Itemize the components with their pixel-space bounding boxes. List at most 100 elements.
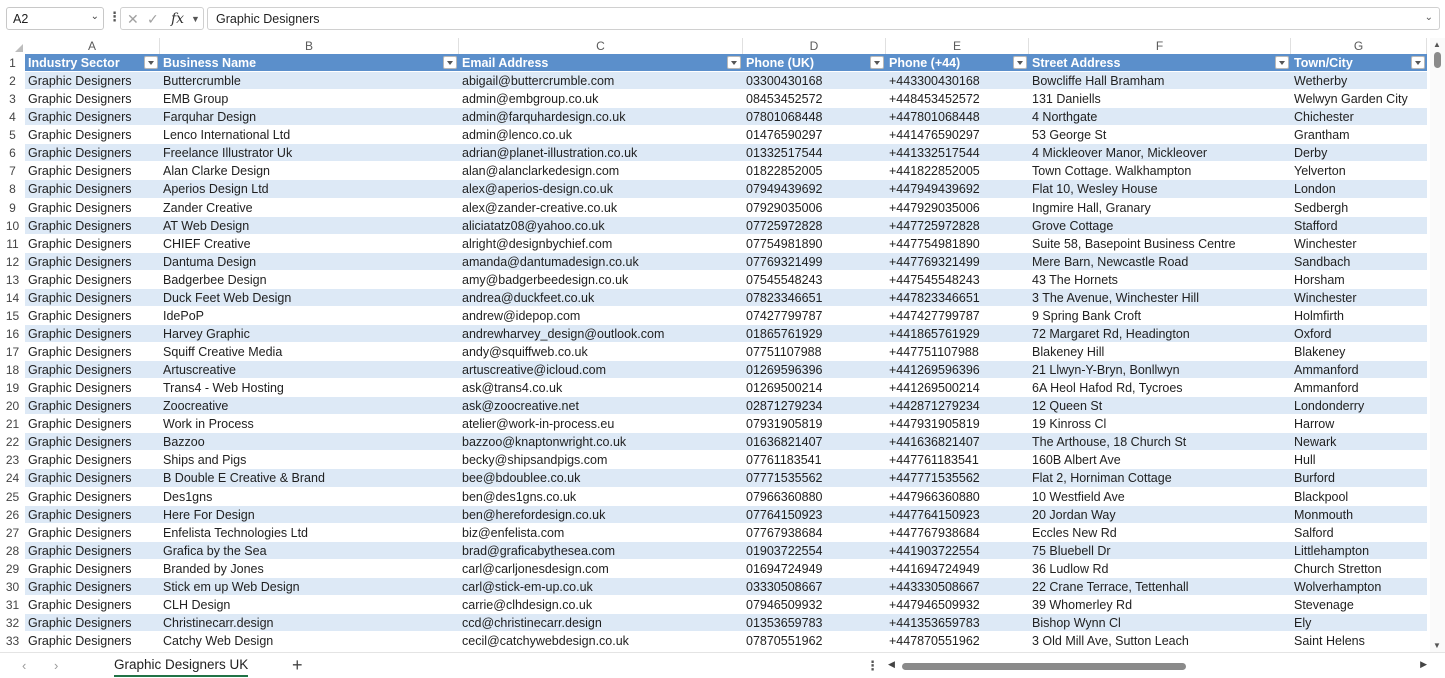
table-cell[interactable]: +441353659783 [886,614,1029,632]
table-cell[interactable]: +447946509932 [886,596,1029,614]
column-header-b[interactable]: B [160,38,459,54]
table-cell[interactable]: +447427799787 [886,307,1029,325]
row-header[interactable]: 8 [0,180,25,198]
table-cell[interactable]: Burford [1291,469,1427,487]
table-cell[interactable]: alright@designbychief.com [459,235,743,253]
row-header[interactable]: 18 [0,361,25,379]
table-cell[interactable]: Graphic Designers [25,325,160,343]
table-cell[interactable]: Derby [1291,144,1427,162]
table-cell[interactable]: Salford [1291,524,1427,542]
add-sheet-button[interactable]: + [292,655,303,676]
table-cell[interactable]: ask@trans4.co.uk [459,379,743,397]
table-cell[interactable]: Ely [1291,614,1427,632]
table-cell[interactable]: Winchester [1291,289,1427,307]
table-cell[interactable]: Graphic Designers [25,524,160,542]
table-cell[interactable]: 01865761929 [743,325,886,343]
table-cell[interactable]: alan@alanclarkedesign.com [459,162,743,180]
table-cell[interactable]: amanda@dantumadesign.co.uk [459,253,743,271]
table-cell[interactable]: Blackpool [1291,488,1427,506]
table-cell[interactable]: +447823346651 [886,289,1029,307]
row-header[interactable]: 25 [0,488,25,506]
row-header[interactable]: 27 [0,524,25,542]
table-cell[interactable]: alex@aperios-design.co.uk [459,180,743,198]
table-cell[interactable]: 07870551962 [743,632,886,650]
table-cell[interactable]: ask@zoocreative.net [459,397,743,415]
table-cell[interactable]: Graphic Designers [25,108,160,126]
table-cell[interactable]: +441903722554 [886,542,1029,560]
table-cell[interactable]: +447767938684 [886,524,1029,542]
table-cell[interactable]: Graphic Designers [25,162,160,180]
table-cell[interactable]: 03330508667 [743,578,886,596]
table-cell[interactable]: Bowcliffe Hall Bramham [1029,72,1291,90]
table-cell[interactable]: CHIEF Creative [160,235,459,253]
table-cell[interactable]: Chichester [1291,108,1427,126]
table-cell[interactable]: EMB Group [160,90,459,108]
table-cell[interactable]: 07946509932 [743,596,886,614]
table-cell[interactable]: Christinecarr.design [160,614,459,632]
scroll-left-icon[interactable]: ◀ [888,659,895,670]
more-options-icon[interactable]: ⋮ [866,658,879,674]
filter-dropdown-icon[interactable] [1013,56,1027,69]
row-header[interactable]: 33 [0,632,25,650]
row-header[interactable]: 15 [0,307,25,325]
table-cell[interactable]: Graphic Designers [25,307,160,325]
table-cell[interactable]: +447764150923 [886,506,1029,524]
table-cell[interactable]: 08453452572 [743,90,886,108]
table-cell[interactable]: Mere Barn, Newcastle Road [1029,253,1291,271]
table-cell[interactable]: ccd@christinecarr.design [459,614,743,632]
table-cell[interactable]: Badgerbee Design [160,271,459,289]
table-cell[interactable]: +447545548243 [886,271,1029,289]
table-cell[interactable]: Harvey Graphic [160,325,459,343]
table-cell[interactable]: 01353659783 [743,614,886,632]
table-cell[interactable]: Work in Process [160,415,459,433]
table-cell[interactable]: 01636821407 [743,433,886,451]
table-header-cell[interactable]: Phone (+44) [886,54,1029,72]
table-cell[interactable]: Bishop Wynn Cl [1029,614,1291,632]
table-cell[interactable]: Graphic Designers [25,235,160,253]
table-cell[interactable]: +441476590297 [886,126,1029,144]
table-cell[interactable]: Graphic Designers [25,488,160,506]
table-cell[interactable]: 07754981890 [743,235,886,253]
table-cell[interactable]: Wetherby [1291,72,1427,90]
row-header[interactable]: 20 [0,397,25,415]
table-cell[interactable]: +441636821407 [886,433,1029,451]
table-cell[interactable]: The Arthouse, 18 Church St [1029,433,1291,451]
table-cell[interactable]: 07767938684 [743,524,886,542]
table-cell[interactable]: +447949439692 [886,180,1029,198]
table-header-cell[interactable]: Business Name [160,54,459,72]
table-cell[interactable]: 07966360880 [743,488,886,506]
table-cell[interactable]: admin@embgroup.co.uk [459,90,743,108]
table-cell[interactable]: andy@squiffweb.co.uk [459,343,743,361]
table-cell[interactable]: Stick em up Web Design [160,578,459,596]
row-header[interactable]: 30 [0,578,25,596]
table-cell[interactable]: B Double E Creative & Brand [160,469,459,487]
table-cell[interactable]: Graphic Designers [25,253,160,271]
table-cell[interactable]: Grantham [1291,126,1427,144]
table-cell[interactable]: Flat 10, Wesley House [1029,180,1291,198]
table-cell[interactable]: +447751107988 [886,343,1029,361]
table-cell[interactable]: Ammanford [1291,361,1427,379]
table-cell[interactable]: Graphic Designers [25,144,160,162]
table-cell[interactable]: Duck Feet Web Design [160,289,459,307]
column-header-d[interactable]: D [743,38,886,54]
row-header[interactable]: 32 [0,614,25,632]
table-cell[interactable]: Graphic Designers [25,415,160,433]
table-cell[interactable]: +447761183541 [886,451,1029,469]
row-header[interactable]: 28 [0,542,25,560]
table-cell[interactable]: Trans4 - Web Hosting [160,379,459,397]
table-cell[interactable]: Wolverhampton [1291,578,1427,596]
table-cell[interactable]: 20 Jordan Way [1029,506,1291,524]
table-cell[interactable]: 75 Bluebell Dr [1029,542,1291,560]
row-header[interactable]: 7 [0,162,25,180]
row-header[interactable]: 29 [0,560,25,578]
row-header[interactable]: 17 [0,343,25,361]
row-header[interactable]: 23 [0,451,25,469]
table-cell[interactable]: 3 The Avenue, Winchester Hill [1029,289,1291,307]
table-cell[interactable]: Monmouth [1291,506,1427,524]
table-header-cell[interactable]: Industry Sector [25,54,160,72]
table-cell[interactable]: Graphic Designers [25,271,160,289]
table-cell[interactable]: Winchester [1291,235,1427,253]
row-header[interactable]: 5 [0,126,25,144]
column-header-e[interactable]: E [886,38,1029,54]
table-cell[interactable]: +441865761929 [886,325,1029,343]
